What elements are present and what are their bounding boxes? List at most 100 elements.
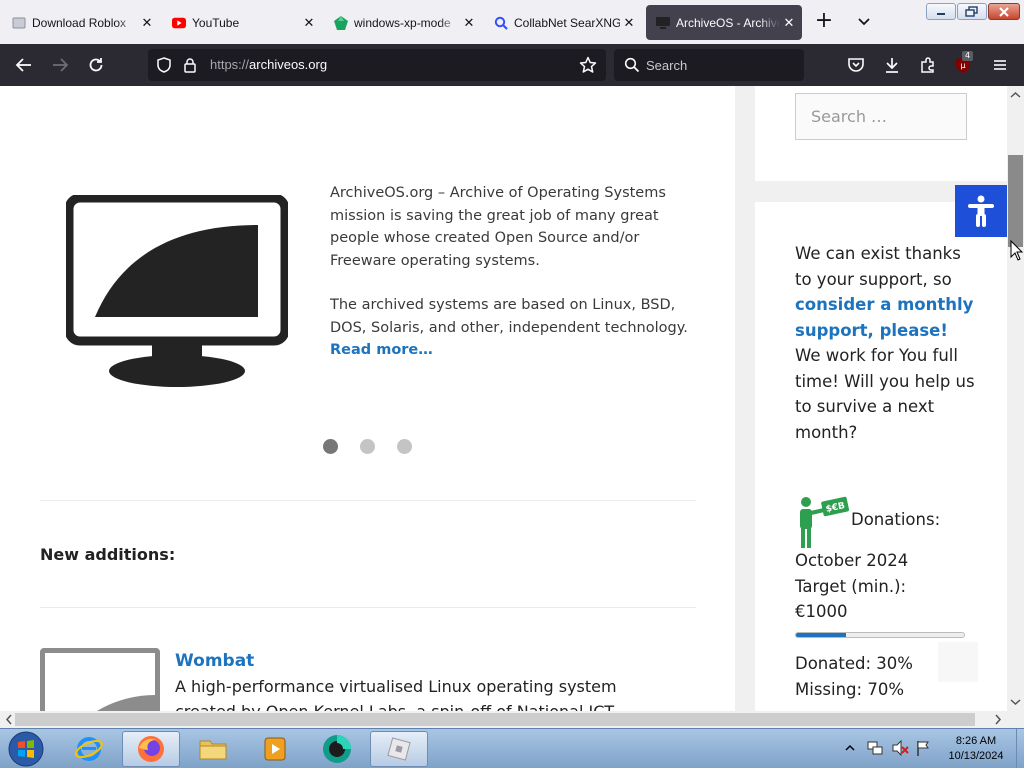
pocket-button[interactable] [846,55,866,75]
minimize-button[interactable] [926,3,956,20]
target-label: Target (min.): [795,576,907,596]
back-button[interactable] [14,55,34,75]
extension-badge: 4 [962,51,974,61]
tab-title: windows-xp-mode [354,15,451,30]
read-more-link[interactable]: Read more… [330,342,433,358]
lock-icon [184,58,196,73]
hero-paragraph-2: The archived systems are based on Linux,… [330,297,688,336]
donation-progress-bar [795,632,965,638]
volume-muted-icon[interactable] [891,739,909,757]
search-placeholder: Search [646,58,688,73]
scrollbar-corner [1007,711,1024,728]
pocket-icon [848,58,864,72]
monthly-support-link[interactable]: consider a monthly support, please! [795,295,973,340]
tracking-protection-icon[interactable] [154,55,174,75]
close-icon[interactable]: ✕ [138,14,156,32]
tab-collabnet-searxng[interactable]: CollabNet SearXNG ✕ [484,5,642,40]
donation-status: Donated: 30% Missing: 70% [795,651,913,702]
tab-windows-xp-mode[interactable]: windows-xp-mode ✕ [324,5,482,40]
mouse-cursor-icon [1010,240,1024,261]
close-icon[interactable]: ✕ [300,14,318,32]
url-bar[interactable]: https://archiveos.org [148,49,606,81]
slider-dot-1[interactable] [323,439,338,454]
action-center-flag-icon[interactable] [915,739,931,757]
extensions-button[interactable] [918,55,938,75]
donated-text: Donated: 30% [795,654,913,673]
menu-button[interactable] [990,55,1010,75]
taskbar-file-explorer[interactable] [184,731,242,767]
system-clock[interactable]: 8:26 AM 10/13/2024 [936,734,1016,764]
slider-dot-3[interactable] [397,439,412,454]
taskbar-firefox[interactable] [122,731,180,767]
tab-archiveos[interactable]: ArchiveOS - Archive ✕ [646,5,802,40]
site-info-icon[interactable] [180,55,200,75]
archiveos-icon [656,16,670,30]
internet-explorer-icon [75,737,103,761]
entry-title-link[interactable]: Wombat [175,651,254,671]
site-search-input[interactable]: Search … [795,93,967,140]
slider-dot-2[interactable] [360,439,375,454]
close-icon[interactable]: ✕ [620,14,638,32]
tab-download-roblox[interactable]: Download Roblox ✕ [2,5,160,40]
svg-text:µ: µ [960,61,965,70]
tab-strip: Download Roblox ✕ YouTube ✕ windows-xp-m… [0,0,1024,44]
divider [40,500,696,501]
taskbar: 8:26 AM 10/13/2024 [0,728,1024,768]
scroll-right-icon [995,714,1002,725]
page-content: ArchiveOS.org – Archive of Operating Sys… [0,86,1007,711]
reload-icon [89,58,103,72]
clock-date: 10/13/2024 [948,750,1004,762]
close-icon[interactable]: ✕ [780,14,798,32]
taskbar-app-circle[interactable] [308,731,366,767]
monitor-icon [66,195,288,387]
monitor-icon [97,695,155,711]
folder-icon [199,740,227,760]
tab-title: ArchiveOS - Archive [676,15,780,30]
support-text-2: We work for You full time! Will you help… [795,346,975,442]
taskbar-roblox[interactable] [370,731,428,767]
accessibility-button[interactable] [955,185,1007,237]
tab-youtube[interactable]: YouTube ✕ [162,5,322,40]
url-text[interactable]: https://archiveos.org [210,57,327,72]
show-desktop-button[interactable] [1016,729,1024,768]
bookmark-button[interactable] [578,55,598,75]
reload-button[interactable] [86,55,106,75]
navigation-toolbar: https://archiveos.org Search µ 4 [0,44,1024,86]
search-bar[interactable]: Search [614,49,804,81]
tab-title: Download Roblox [32,15,127,30]
youtube-icon [172,16,186,30]
scroll-left-icon [5,714,12,725]
start-button[interactable] [6,731,46,767]
window-close-button[interactable] [988,3,1020,20]
media-player-icon [264,737,286,761]
support-message: We can exist thanks to your support, so … [795,241,975,445]
missing-text: Missing: 70% [795,679,905,699]
horizontal-scroll-thumb[interactable] [15,713,975,726]
accessibility-icon [968,195,994,227]
network-icon[interactable] [866,739,884,757]
tab-title: YouTube [192,15,240,30]
donation-person-icon: $€B [800,496,850,548]
entry-description: A high-performance virtualised Linux ope… [175,677,617,711]
new-tab-button[interactable]: + [812,10,836,34]
restore-button[interactable] [957,3,987,20]
windows-start-icon [8,731,44,767]
forward-button[interactable] [50,55,70,75]
puzzle-icon [921,57,934,73]
minimize-icon [937,12,945,15]
scroll-to-top-button[interactable] [938,642,978,682]
show-hidden-icons-icon[interactable] [844,743,856,753]
downloads-button[interactable] [882,55,902,75]
vertical-scroll-thumb[interactable] [1008,155,1023,247]
taskbar-media-player[interactable] [246,731,304,767]
donation-progress-fill [796,633,847,637]
tab-list-button[interactable] [854,12,874,32]
url-host: archiveos.org [249,57,328,72]
star-icon [579,56,597,73]
taskbar-internet-explorer[interactable] [60,731,118,767]
roblox-icon [387,737,411,761]
chevron-down-icon [858,18,870,26]
entry-thumbnail[interactable] [40,648,160,711]
close-icon[interactable]: ✕ [460,14,478,32]
donation-stats: October 2024 Target (min.): €1000 [795,548,908,625]
